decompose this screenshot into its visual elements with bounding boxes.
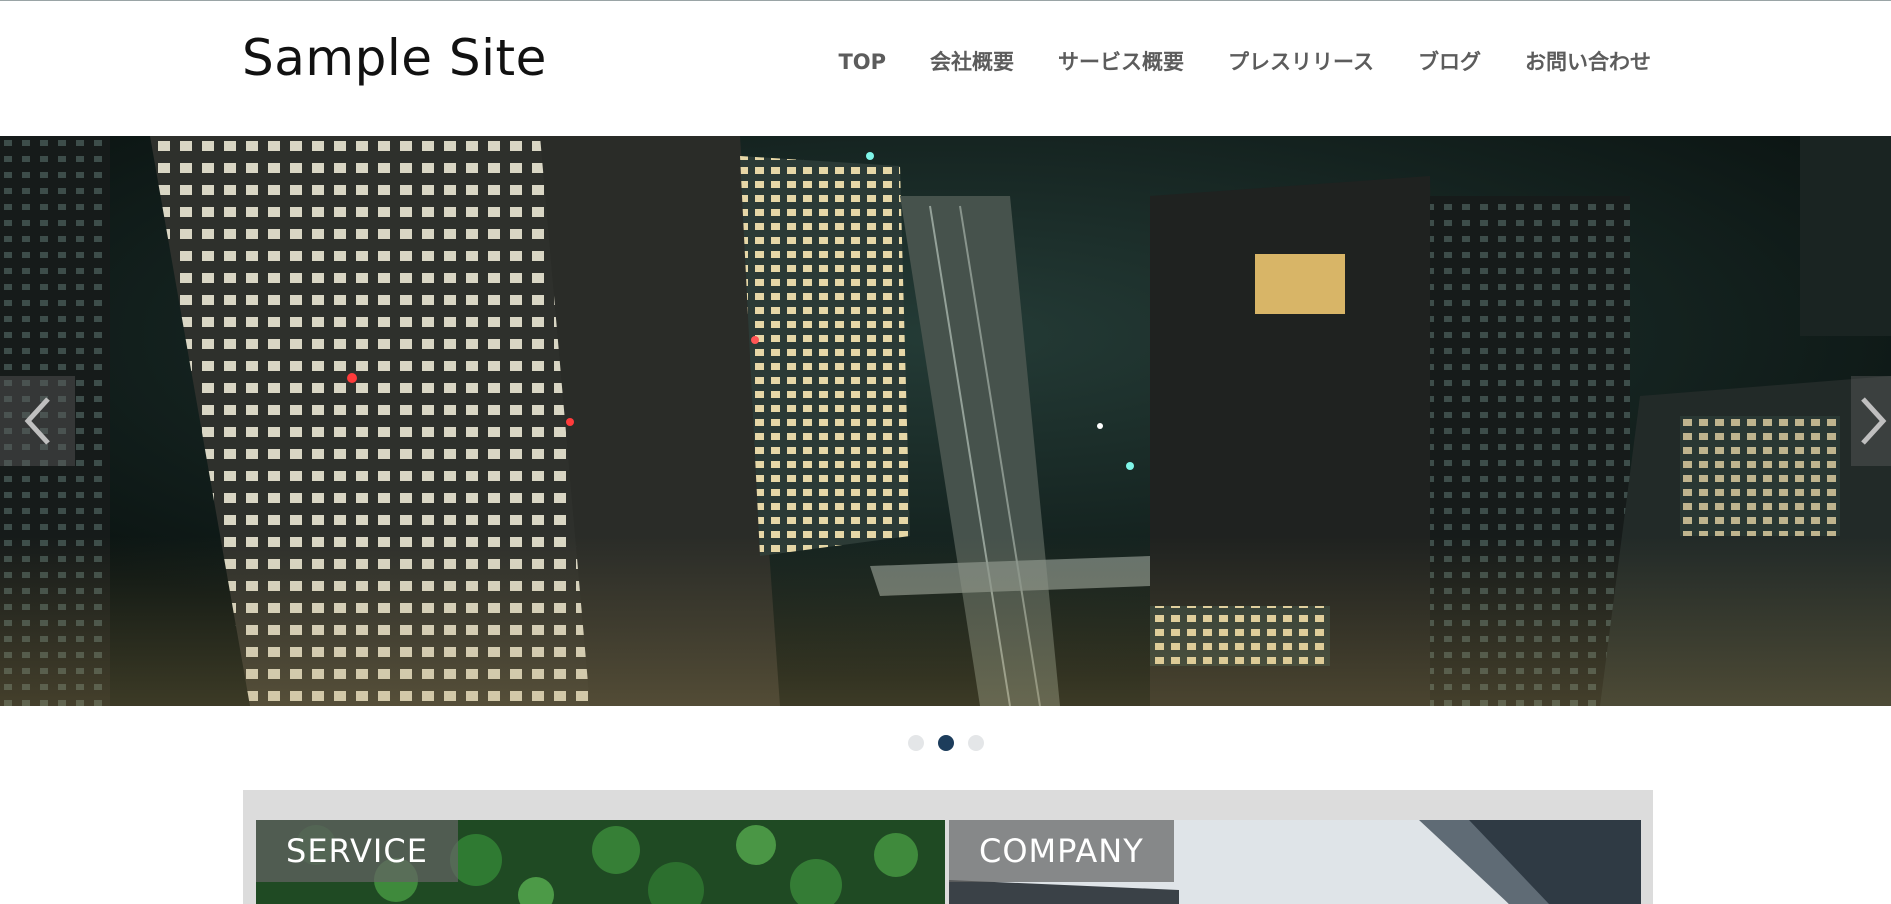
feature-panels: SERVICE COMPANY [243, 790, 1653, 904]
nav-item-contact[interactable]: お問い合わせ [1503, 48, 1651, 76]
nav-item-top[interactable]: TOP [816, 48, 908, 76]
company-panel[interactable]: COMPANY [949, 820, 1641, 904]
hero-image-night-city [0, 136, 1891, 706]
slider-next-button[interactable] [1851, 376, 1891, 466]
site-header: Sample Site TOP 会社概要 サービス概要 プレスリリース ブログ … [0, 1, 1891, 136]
company-label: COMPANY [949, 820, 1174, 882]
service-label: SERVICE [256, 820, 458, 882]
slider-dot-2[interactable] [937, 735, 954, 751]
service-panel[interactable]: SERVICE [256, 820, 945, 904]
hero-slider [0, 136, 1891, 706]
nav-item-press[interactable]: プレスリリース [1206, 48, 1396, 76]
nav-item-company[interactable]: 会社概要 [908, 48, 1036, 76]
nav-item-blog[interactable]: ブログ [1396, 48, 1503, 76]
main-nav: TOP 会社概要 サービス概要 プレスリリース ブログ お問い合わせ [816, 48, 1651, 76]
slider-prev-button[interactable] [0, 376, 75, 466]
slider-pagination [0, 735, 1891, 751]
nav-item-service[interactable]: サービス概要 [1036, 48, 1206, 76]
slider-dot-1[interactable] [907, 735, 924, 751]
chevron-right-icon [1861, 397, 1887, 445]
site-logo[interactable]: Sample Site [242, 29, 547, 87]
chevron-left-icon [24, 397, 50, 445]
slider-dot-3[interactable] [967, 735, 984, 751]
